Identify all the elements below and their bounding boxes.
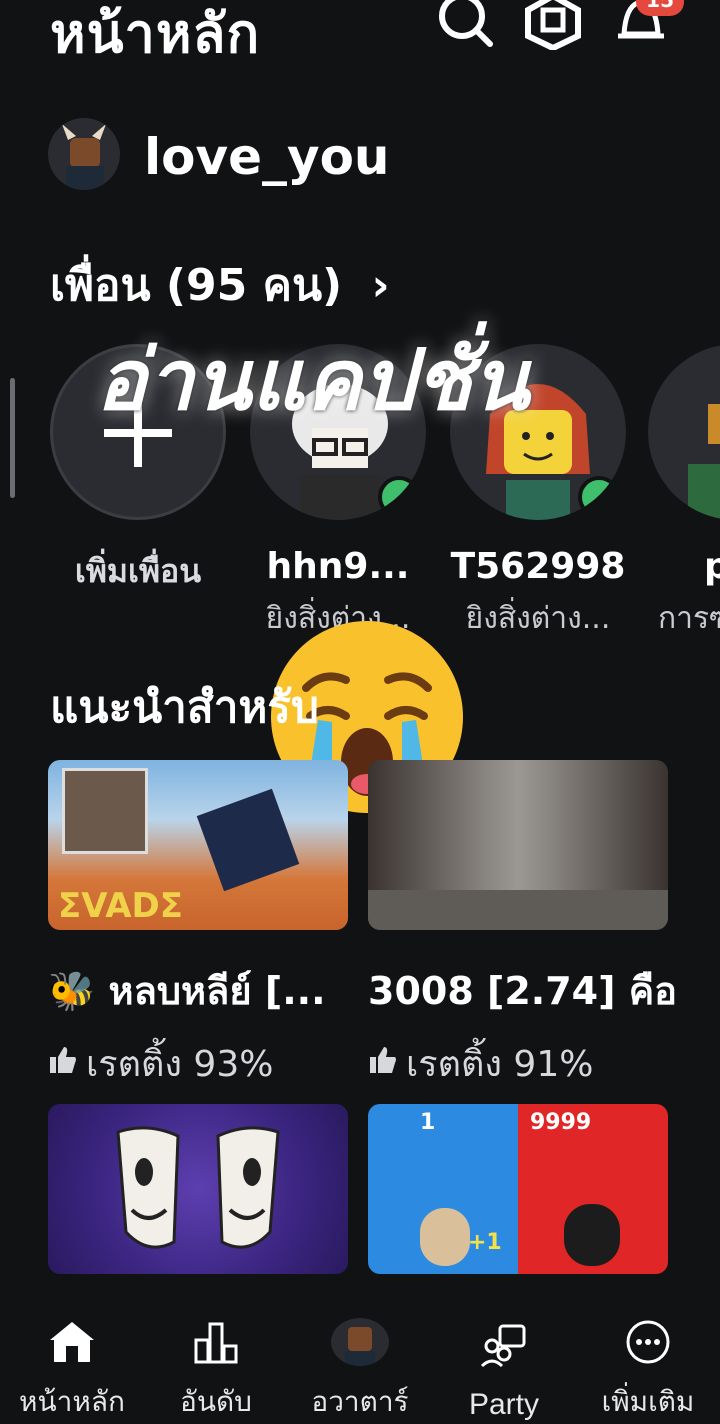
nav-label: อันดับ <box>180 1385 252 1418</box>
nav-home[interactable]: หน้าหลัก <box>0 1306 144 1424</box>
scrollbar[interactable] <box>10 378 15 498</box>
rating-text: เรตติ้ง 93% <box>86 1044 274 1085</box>
robux-icon[interactable] <box>522 0 584 50</box>
game-title: 3008 [2.74] คือ <box>368 969 677 1013</box>
nav-party[interactable]: Party <box>432 1306 576 1424</box>
game-thumbnail: 1 9999 +1 <box>368 1104 668 1274</box>
online-indicator <box>578 476 620 518</box>
game-thumbnail: ΣVADΣ <box>48 760 348 930</box>
recommended-heading: แนะนำสำหรับ <box>50 682 319 733</box>
friends-heading[interactable]: เพื่อน (95 คน) › <box>50 250 390 320</box>
caption-overlay: อ่านแคปชั่น <box>96 331 530 429</box>
game-thumbnail <box>48 1104 348 1274</box>
game-card[interactable]: 3008 [2.74] คือ เรตติ้ง 91% <box>368 760 677 1092</box>
party-icon <box>476 1318 532 1374</box>
nav-avatar[interactable]: อวาตาร์ <box>288 1306 432 1424</box>
friend-status: ยิงสิ่งต่าง... <box>465 601 611 636</box>
username[interactable]: love_you <box>144 128 390 186</box>
friend-status: การซ <box>658 601 720 636</box>
game-rating: เรตติ้ง 93% <box>48 1035 348 1092</box>
notification-badge: 15 <box>636 0 684 16</box>
friend-name: hhn9... <box>266 546 410 587</box>
nav-more[interactable]: เพิ่มเติม <box>576 1306 720 1424</box>
game-card[interactable]: 1 9999 +1 <box>368 1104 668 1274</box>
game-rating: เรตติ้ง 91% <box>368 1035 668 1092</box>
friend-name: T562998 <box>450 546 626 587</box>
game-card[interactable]: ΣVADΣ 🐝 หลบหลีย์ [... เรตติ้ง 93% <box>48 760 348 1092</box>
friend-avatar <box>648 344 720 520</box>
nav-label: อวาตาร์ <box>311 1385 409 1418</box>
game-title: 🐝 หลบหลีย์ [... <box>48 969 326 1013</box>
chevron-right-icon: › <box>371 260 390 311</box>
nav-label: หน้าหลัก <box>19 1385 125 1418</box>
bottom-navigation: หน้าหลัก อันดับ อวาตาร์ Party เพิ่มเติม <box>0 1306 720 1424</box>
friend-name: เพิ่มเพื่อน <box>74 552 202 590</box>
search-icon[interactable] <box>434 0 496 47</box>
game-thumbnail <box>368 760 668 930</box>
friend-item[interactable]: p การซ <box>648 344 720 642</box>
nav-leaderboard[interactable]: อันดับ <box>144 1306 288 1424</box>
user-avatar[interactable] <box>48 118 120 190</box>
more-icon <box>620 1318 676 1366</box>
online-indicator <box>378 476 420 518</box>
thumb-label-right: 9999 <box>530 1110 592 1135</box>
page-title: หน้าหลัก <box>50 2 261 65</box>
thumbs-up-icon <box>368 1043 398 1084</box>
thumb-plus: +1 <box>468 1230 502 1255</box>
rating-text: เรตติ้ง 91% <box>406 1044 594 1085</box>
notifications-button[interactable]: 15 <box>610 0 684 46</box>
thumb-label-left: 1 <box>420 1110 436 1135</box>
game-card[interactable] <box>48 1104 348 1274</box>
friend-name: p <box>704 546 720 587</box>
thumbs-up-icon <box>48 1043 78 1084</box>
nav-label: เพิ่มเติม <box>601 1385 695 1418</box>
leaderboard-icon <box>188 1318 244 1366</box>
avatar-icon <box>331 1318 389 1366</box>
home-icon <box>44 1318 100 1366</box>
nav-label: Party <box>468 1388 540 1421</box>
game-logo-text: ΣVADΣ <box>58 886 183 926</box>
friends-heading-label: เพื่อน (95 คน) <box>50 260 343 311</box>
